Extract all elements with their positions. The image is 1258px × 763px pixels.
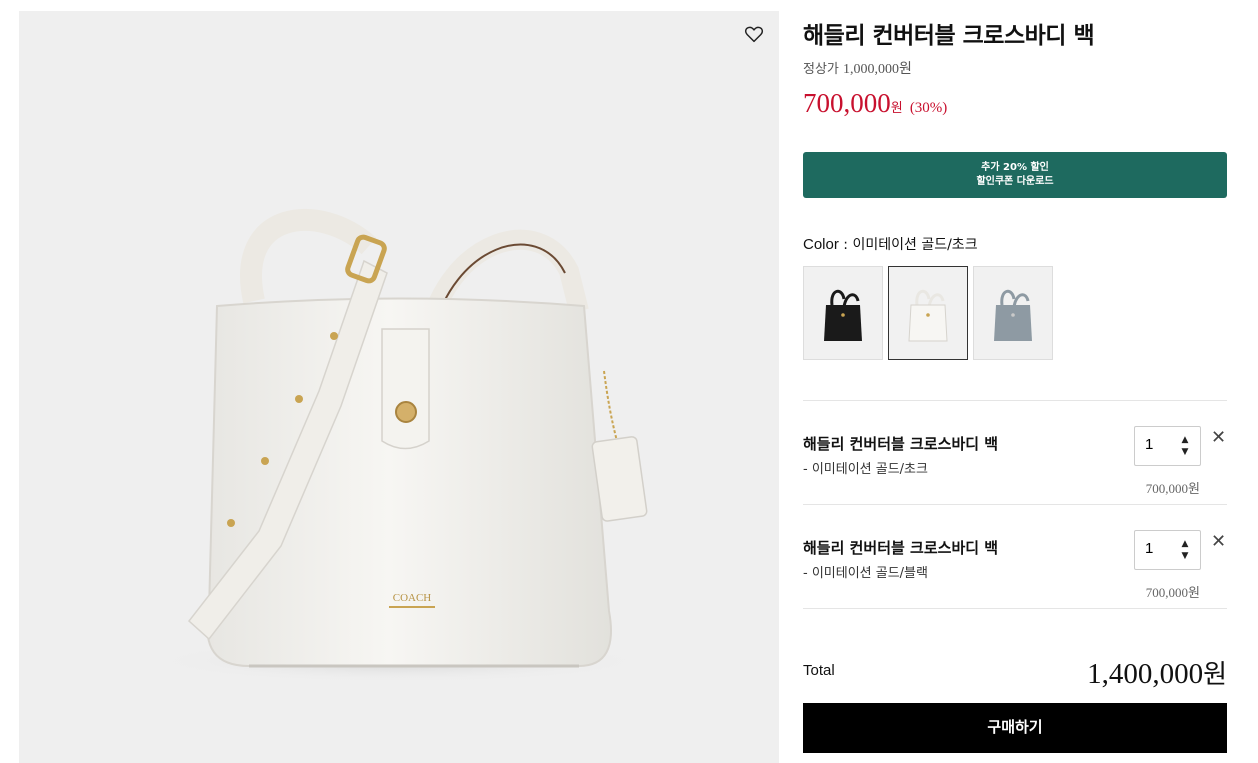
selected-color-name: 이미테이션 골드/초크 xyxy=(852,237,978,253)
swatch-grey-blue[interactable] xyxy=(973,266,1053,360)
option-price-currency: 원 xyxy=(1188,586,1200,601)
option-name: 해들리 컨버터블 크로스바디 백 xyxy=(803,539,999,557)
caret-up-icon[interactable]: ▲ xyxy=(1178,538,1192,550)
sale-price-value: 700,000 xyxy=(803,88,891,118)
total-price-currency: 원 xyxy=(1203,660,1227,690)
option-variant: - 이미테이션 골드/블랙 xyxy=(803,566,928,581)
sale-price-currency: 원 xyxy=(890,101,903,116)
total-label: Total xyxy=(803,662,835,679)
option-price: 700,000원 xyxy=(1146,478,1200,497)
caret-down-icon[interactable]: ▼ xyxy=(1178,550,1192,562)
swatch-grey-blue-thumbnail xyxy=(994,289,1032,341)
coupon-line1: 추가 20% 할인 xyxy=(981,162,1049,173)
quantity-input[interactable] xyxy=(1145,540,1175,557)
regular-price-value: 1,000,000원 xyxy=(843,62,912,77)
color-label-title: Color xyxy=(803,236,839,253)
swatch-chalk[interactable] xyxy=(888,266,968,360)
caret-up-icon[interactable]: ▲ xyxy=(1178,434,1192,446)
total-price: 1,400,000원 xyxy=(1087,654,1227,691)
regular-price: 정상가 1,000,000원 xyxy=(803,58,912,78)
option-price-value: 700,000 xyxy=(1145,481,1189,496)
quantity-spin: ▲ ▼ xyxy=(1178,434,1192,458)
divider xyxy=(803,504,1227,505)
swatch-chalk-thumbnail xyxy=(908,289,948,342)
option-price-value: 700,000 xyxy=(1145,585,1189,600)
swatch-black[interactable] xyxy=(803,266,883,360)
swatch-black-thumbnail xyxy=(824,289,862,341)
product-image: COACH xyxy=(149,208,649,683)
remove-option-close-icon[interactable]: ✕ xyxy=(1211,429,1226,447)
option-price-currency: 원 xyxy=(1188,482,1200,497)
product-image-panel: COACH xyxy=(19,11,779,763)
sale-price: 700,000원 (30%) xyxy=(803,88,947,119)
wishlist-heart-icon[interactable] xyxy=(743,23,765,45)
coupon-download-button[interactable]: 추가 20% 할인 할인쿠폰 다운로드 xyxy=(803,152,1227,198)
option-variant: - 이미테이션 골드/초크 xyxy=(803,462,928,477)
divider xyxy=(803,400,1227,401)
color-label-separator: : xyxy=(838,237,853,253)
total-price-value: 1,400,000 xyxy=(1087,658,1204,690)
regular-price-label: 정상가 xyxy=(803,62,839,77)
quantity-stepper: ▲ ▼ xyxy=(1134,530,1201,570)
quantity-input[interactable] xyxy=(1145,436,1175,453)
option-price: 700,000원 xyxy=(1146,582,1200,601)
discount-rate: (30%) xyxy=(909,100,948,116)
selected-option-1: 해들리 컨버터블 크로스바디 백 - 이미테이션 골드/초크 ▲ ▼ ✕ 700… xyxy=(803,426,1227,537)
buy-button[interactable]: 구매하기 xyxy=(803,703,1227,753)
selected-option-2: 해들리 컨버터블 크로스바디 백 - 이미테이션 골드/블랙 ▲ ▼ ✕ 700… xyxy=(803,530,1227,641)
quantity-stepper: ▲ ▼ xyxy=(1134,426,1201,466)
coupon-line2: 할인쿠폰 다운로드 xyxy=(976,176,1054,187)
product-title: 해들리 컨버터블 크로스바디 백 xyxy=(803,23,1095,49)
quantity-spin: ▲ ▼ xyxy=(1178,538,1192,562)
color-label: Color : 이미테이션 골드/초크 xyxy=(803,234,978,254)
option-name: 해들리 컨버터블 크로스바디 백 xyxy=(803,435,999,453)
svg-text:COACH: COACH xyxy=(393,592,432,604)
caret-down-icon[interactable]: ▼ xyxy=(1178,446,1192,458)
divider xyxy=(803,608,1227,609)
remove-option-close-icon[interactable]: ✕ xyxy=(1211,533,1226,551)
